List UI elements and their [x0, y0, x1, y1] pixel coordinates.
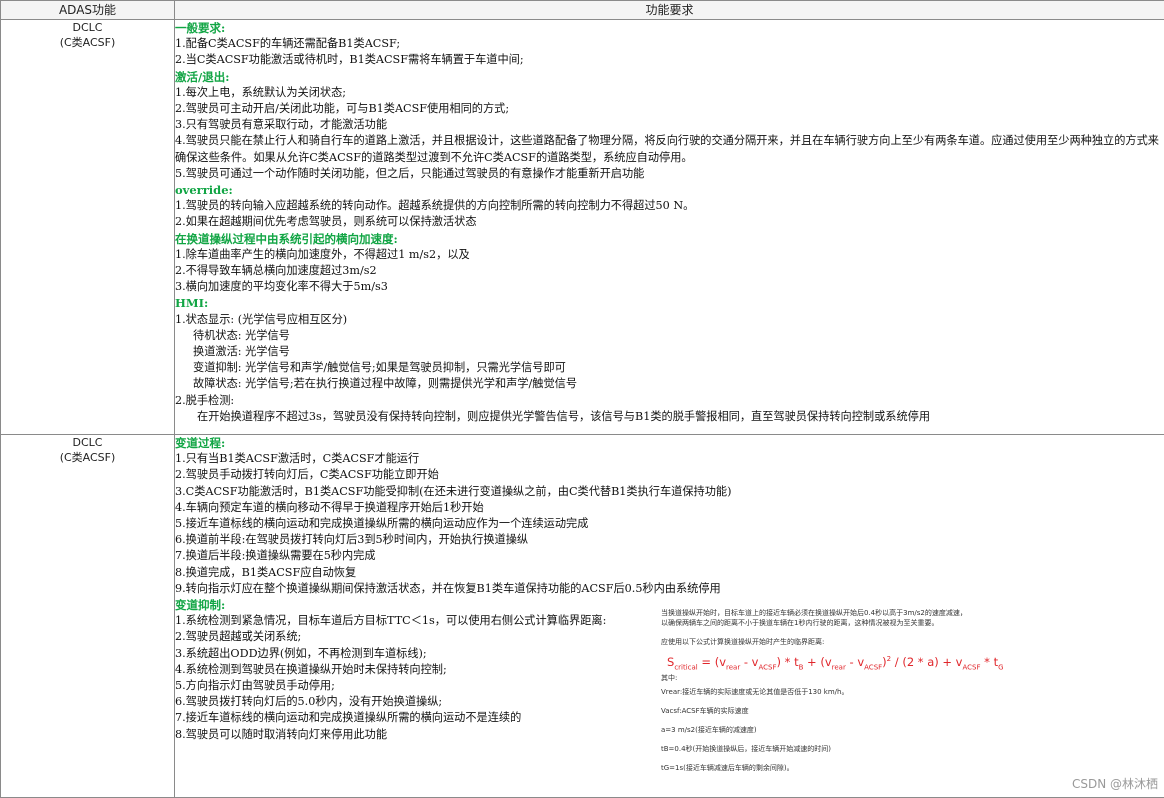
section-heading: 一般要求:: [175, 21, 226, 35]
requirement-line: 1.状态显示: (光学信号应相互区分): [175, 312, 348, 326]
watermark: CSDN @林沐栖: [1071, 777, 1158, 791]
requirement-line: 2.不得导致车辆总横向加速度超过3m/s2: [175, 264, 377, 278]
requirement-line: 在开始换道程序不超过3s，驾驶员没有保持转向控制，则应提供光学警告信号，该信号与…: [197, 409, 931, 423]
requirement-line: 5.驾驶员可通过一个动作随时关闭功能，但之后，只能通过驾驶员的有意操作才能重新开…: [175, 166, 645, 180]
requirement-line: 1.配备C类ACSF的车辆还需配备B1类ACSF;: [175, 37, 401, 51]
function-cell: DCLC (C类ACSF): [0, 19, 175, 435]
formula-variable: Vrear:接近车辆的实际速度或无论其值是否低于130 km/h。: [661, 688, 849, 697]
requirement-line: 2.如果在超越期间优先考虑驾驶员，则系统可以保持激活状态: [175, 215, 477, 229]
function-cell: DCLC (C类ACSF): [0, 434, 175, 798]
formula-variable: tB=0.4秒(开始换道操纵后，接近车辆开始减速的时间): [661, 745, 832, 754]
table-row: DCLC (C类ACSF) 一般要求: 1.配备C类ACSF的车辆还需配备B1类A…: [0, 19, 1164, 435]
requirement-line: 换道激活: 光学信号: [193, 345, 290, 359]
requirement-line: 2.脱手检测:: [175, 393, 235, 407]
requirements-cell: 变道过程: 1.只有当B1类ACSF激活时，C类ACSF才能运行 2.驾驶员手动拨打…: [174, 434, 1164, 798]
formula-note: 应使用以下公式计算换道操纵开始时产生的临界距离:: [661, 638, 825, 646]
requirement-line: 1.只有当B1类ACSF激活时，C类ACSF才能运行: [175, 452, 420, 466]
requirement-line: 8.换道完成，B1类ACSF应自动恢复: [175, 565, 357, 579]
section-heading: 激活/退出:: [175, 69, 230, 84]
requirement-line: 7.换道后半段:换道操纵需要在5秒内完成: [175, 549, 376, 563]
requirement-line: 6.换道前半段:在驾驶员拨打转向灯后3到5秒时间内，开始执行换道操纵: [175, 533, 529, 547]
table-row: DCLC (C类ACSF) 变道过程: 1.只有当B1类ACSF激活时，C类ACS…: [0, 434, 1164, 798]
formula-variable: Vacsf:ACSF车辆的实际速度: [661, 707, 749, 716]
formula-variable: a=3 m/s2(接近车辆的减速度): [661, 726, 757, 735]
section-heading: 在换道操纵过程中由系统引起的横向加速度:: [175, 231, 398, 246]
section-heading: 变道过程:: [175, 436, 226, 450]
function-category: (C类ACSF): [59, 451, 116, 464]
header-function-requirements: 功能要求: [174, 0, 1164, 20]
function-name: DCLC: [72, 21, 103, 34]
section-heading: HMI:: [175, 296, 209, 311]
requirement-line: 变道抑制: 光学信号和声学/触觉信号;如果是驾驶员抑制，只需光学信号即可: [193, 361, 566, 375]
requirements-table: ADAS功能 功能要求 DCLC (C类ACSF) 一般要求: 1.配备C类ACS…: [0, 0, 1164, 798]
requirement-line: 4.驾驶员只能在禁止行人和骑自行车的道路上激活，并且根据设计，这些道路配备了物理…: [175, 134, 1159, 164]
formula-note: 以确保两辆车之间的距离不小于换道车辆在1秒内行驶的距离，这种情况被视为至关重要。: [661, 619, 939, 627]
requirement-line: 3.只有驾驶员有意采取行动，才能激活功能: [175, 118, 388, 132]
requirement-line: 故障状态: 光学信号;若在执行换道过程中故障，则需提供光学和声学/触觉信号: [193, 377, 578, 391]
requirement-line: 2.当C类ACSF功能激活或待机时，B1类ACSF需将车辆置于车道中间;: [175, 53, 524, 67]
requirement-line: 2.驾驶员可主动开启/关闭此功能，可与B1类ACSF使用相同的方式;: [175, 102, 510, 116]
function-category: (C类ACSF): [59, 36, 116, 49]
formula-note: 当换道操纵开始时，目标车道上的接近车辆必须在换道操纵开始后0.4秒以高于3m/s…: [661, 609, 967, 617]
formula-where: 其中:: [661, 674, 678, 683]
function-name: DCLC: [72, 436, 103, 449]
critical-distance-formula: Scritical = (vrear - vACSF) * tB + (vrea…: [667, 655, 1004, 672]
requirement-line: 待机状态: 光学信号: [193, 328, 290, 342]
requirement-line: 2.驾驶员手动拨打转向灯后，C类ACSF功能立即开始: [175, 468, 439, 482]
requirements-cell: 一般要求: 1.配备C类ACSF的车辆还需配备B1类ACSF; 2.当C类ACSF功…: [174, 19, 1164, 435]
requirement-line: 5.接近车道标线的横向运动和完成换道操纵所需的横向运动应作为一个连续运动完成: [175, 517, 589, 531]
requirement-line: 1.驾驶员的转向输入应超越系统的转向动作。超越系统提供的方向控制所需的转向控制力…: [175, 199, 695, 213]
section-heading: override:: [175, 183, 233, 198]
header-adas-function: ADAS功能: [0, 0, 175, 20]
requirement-line: 3.C类ACSF功能激活时，B1类ACSF功能受抑制(在还未进行变道操纵之前，由…: [175, 484, 732, 498]
formula-variable: tG=1s(接近车辆减速后车辆的剩余间隙)。: [661, 764, 794, 773]
requirement-line: 1.每次上电，系统默认为关闭状态;: [175, 85, 347, 99]
requirement-line: 1.除车道曲率产生的横向加速度外，不得超过1 m/s2，以及: [175, 247, 470, 261]
critical-distance-formula-box: 当换道操纵开始时，目标车道上的接近车辆必须在换道操纵开始后0.4秒以高于3m/s…: [661, 608, 1041, 773]
requirement-line: 9.转向指示灯应在整个换道操纵期间保持激活状态，并在恢复B1类车道保持功能的AC…: [175, 581, 721, 595]
requirement-line: 4.车辆向预定车道的横向移动不得早于换道程序开始后1秒开始: [175, 500, 484, 514]
requirement-line: 3.横向加速度的平均变化率不得大于5m/s3: [175, 280, 388, 294]
